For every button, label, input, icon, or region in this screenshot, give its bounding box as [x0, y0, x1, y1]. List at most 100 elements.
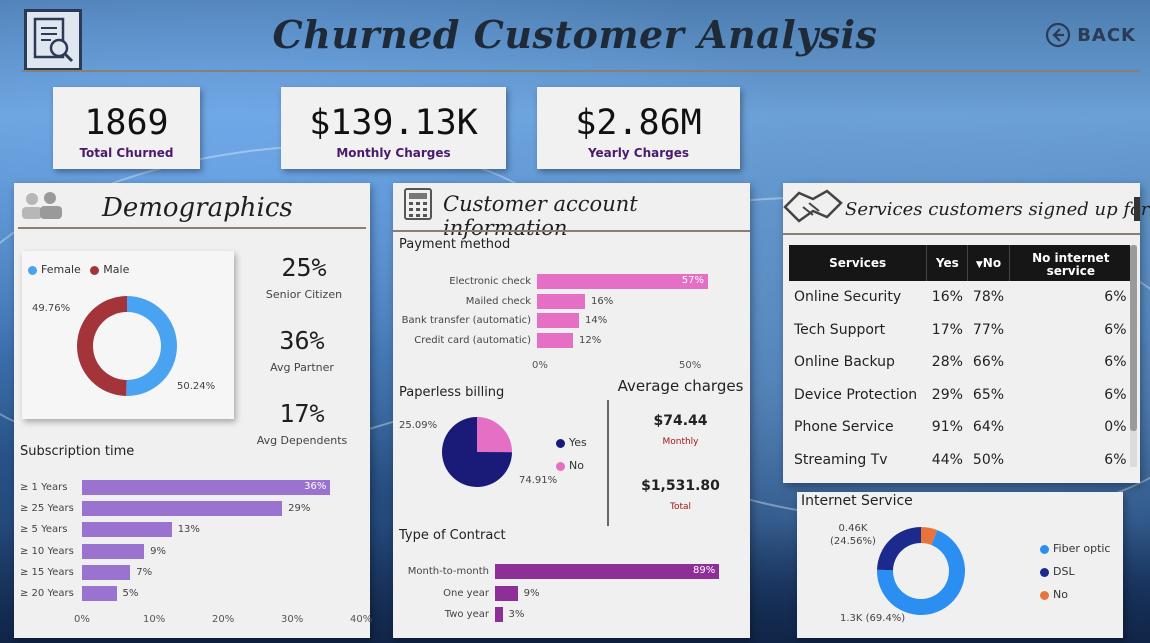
column-header-no[interactable]: ▼No: [967, 245, 1010, 281]
table-row[interactable]: Phone Service 91% 64% 0%: [789, 411, 1133, 444]
bar-value-label: 16%: [591, 295, 614, 307]
panel-divider: [393, 230, 750, 232]
stat-value: 25%: [281, 253, 327, 282]
bar-row: Month-to-month 89%: [399, 564, 720, 579]
bar-value-label: 5%: [122, 588, 139, 599]
axis-tick: 20%: [212, 614, 235, 625]
stat-avg-dependents: 17% Avg Dependents: [252, 399, 352, 447]
bar-category-label: Credit card (automatic): [414, 334, 531, 346]
table-scroll-track: [1130, 245, 1137, 467]
bar-value-label: 9%: [523, 587, 540, 599]
kpi-label: Monthly Charges: [336, 146, 451, 160]
table-row[interactable]: Streaming Tv 44% 50% 6%: [789, 444, 1133, 477]
bar-category-label: Mailed check: [465, 295, 531, 307]
bar[interactable]: [82, 501, 283, 517]
bar[interactable]: [82, 586, 117, 601]
gender-donut-chart: [77, 296, 178, 396]
legend-fiber-optic: Fiber optic: [1040, 542, 1110, 555]
bar-row: ≥ 5 Years 13%: [20, 522, 200, 538]
panel-divider: [18, 227, 366, 229]
page-title: Churned Customer Analysis: [272, 12, 878, 57]
cell-yes: 44%: [931, 451, 963, 468]
bar[interactable]: [537, 293, 585, 309]
contract-title: Type of Contract: [399, 528, 506, 543]
header-divider: [22, 70, 1140, 72]
panel-divider: [783, 233, 1140, 235]
legend-female: Female: [28, 263, 81, 276]
kpi-total-churned: 1869 Total Churned: [53, 87, 200, 169]
cell-yes: 16%: [931, 289, 963, 306]
cell-service: Phone Service: [794, 419, 894, 436]
bar-row: ≥ 25 Years 29%: [20, 501, 311, 517]
account-title: Customer account information: [443, 192, 638, 240]
bar-row: ≥ 20 Years 5%: [20, 586, 138, 601]
back-button[interactable]: BACK: [1045, 22, 1136, 48]
axis-tick: 0%: [74, 614, 90, 625]
internet-donut-chart: [877, 527, 965, 615]
bar-row: One year 9%: [399, 585, 540, 601]
services-title: Services customers signed up for: [845, 199, 1150, 220]
cell-no-internet: 0%: [1104, 419, 1127, 436]
bar[interactable]: [495, 607, 503, 622]
column-header-yes[interactable]: Yes: [926, 245, 969, 281]
table-row[interactable]: Online Backup 28% 66% 6%: [789, 346, 1133, 379]
bar-value-label: 57%: [681, 275, 704, 286]
bar-row: Electronic check 57%: [399, 274, 708, 289]
bar-row: Bank transfer (automatic) 14%: [399, 313, 607, 329]
calculator-icon: [404, 188, 432, 220]
bar[interactable]: [495, 585, 518, 601]
cell-service: Device Protection: [794, 386, 918, 403]
stat-value: 36%: [279, 326, 325, 355]
subscription-title: Subscription time: [20, 444, 135, 459]
bar[interactable]: 89%: [495, 564, 720, 579]
bar[interactable]: 36%: [82, 480, 331, 495]
axis-tick: 40%: [350, 614, 373, 625]
bar-category-label: Bank transfer (automatic): [401, 315, 531, 327]
bar[interactable]: [82, 522, 172, 538]
bar[interactable]: [537, 332, 573, 348]
bar-row: ≥ 10 Years 9%: [20, 543, 166, 559]
donut-slice-dsl: [877, 527, 921, 571]
pie-slice-no: [477, 417, 512, 453]
stat-senior-citizen: 25% Senior Citizen: [254, 253, 354, 301]
bar-row: ≥ 15 Years 7%: [20, 564, 152, 580]
table-row[interactable]: Device Protection 29% 65% 6%: [789, 379, 1133, 412]
stat-avg-partner: 36% Avg Partner: [252, 326, 352, 374]
bar[interactable]: [82, 564, 131, 580]
bar-value-label: 13%: [177, 524, 200, 536]
bar-row: ≥ 1 Years 36%: [20, 480, 331, 495]
bar-row: Mailed check 16%: [399, 293, 614, 309]
avg-total-value: $1,531.80: [641, 478, 720, 494]
kpi-value: $2.86M: [575, 103, 702, 143]
services-panel: Services customers signed up for Service…: [783, 183, 1149, 483]
table-row[interactable]: Online Security 16% 78% 6%: [789, 281, 1133, 314]
bar-value-label: 29%: [288, 503, 311, 515]
gender-legend: Female Male: [28, 263, 129, 276]
paperless-no-label: 25.09%: [399, 420, 438, 431]
table-header-row: Services Yes ▼No No internet service: [789, 245, 1134, 281]
table-row[interactable]: Tech Support 17% 77% 6%: [789, 314, 1133, 347]
bar-category-label: ≥ 15 Years: [20, 566, 74, 578]
legend-no: No: [556, 459, 584, 472]
avg-monthly-label: Monthly: [662, 437, 699, 447]
handshake-icon: [783, 189, 843, 223]
table-scrollbar[interactable]: [1130, 245, 1137, 431]
kpi-value: 1869: [84, 103, 169, 143]
kpi-value: $139.13K: [309, 103, 478, 143]
bar[interactable]: 57%: [537, 274, 708, 289]
bar-category-label: ≥ 5 Years: [20, 524, 68, 536]
bar[interactable]: [82, 543, 145, 559]
column-header-no-internet[interactable]: No internet service: [1009, 245, 1134, 281]
avg-charges-title: Average charges: [617, 377, 744, 395]
axis-tick: 50%: [679, 360, 702, 371]
back-arrow-icon: [1046, 22, 1071, 48]
services-table: Services Yes ▼No No internet service Onl…: [789, 245, 1134, 477]
bar[interactable]: [537, 313, 579, 329]
title-scrollbar[interactable]: [1134, 197, 1140, 221]
axis-tick: 10%: [143, 614, 166, 625]
cell-no: 65%: [972, 386, 1005, 403]
column-header-services[interactable]: Services: [789, 245, 928, 281]
female-pct-label: 50.24%: [177, 381, 216, 392]
cell-service: Tech Support: [794, 321, 886, 338]
stat-label: Senior Citizen: [265, 288, 343, 301]
